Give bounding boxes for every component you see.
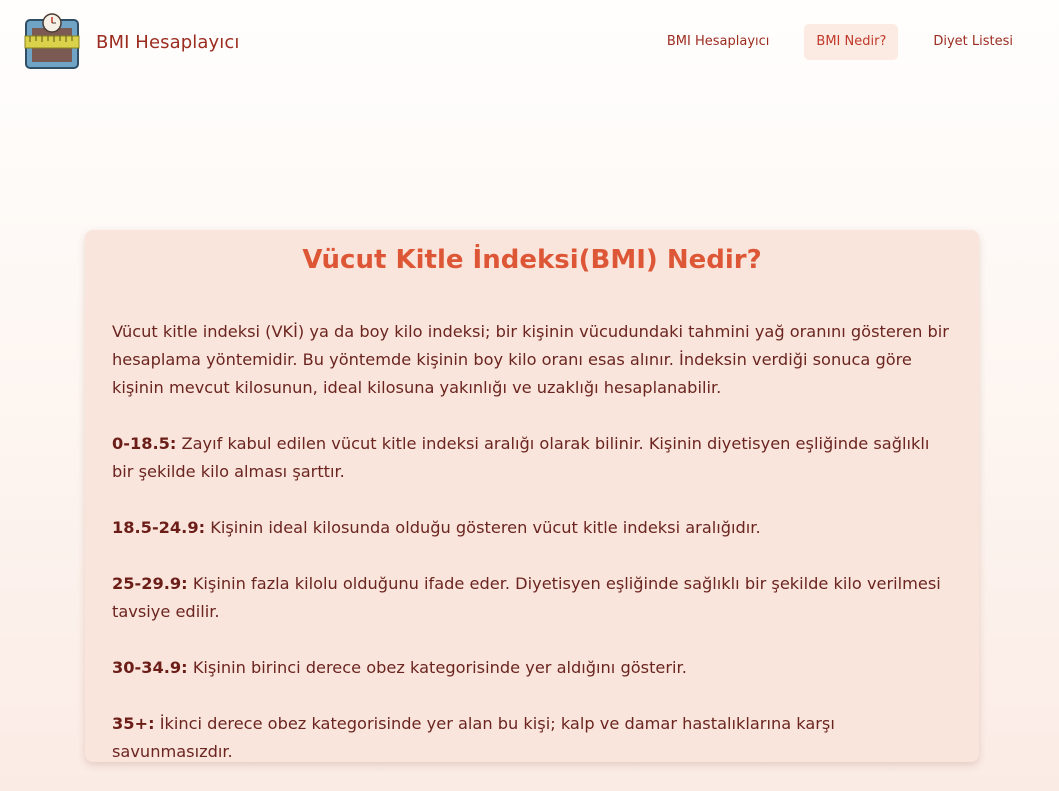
brand-link[interactable]: BMI Hesaplayıcı <box>24 12 239 72</box>
range-label: 25-29.9: <box>112 574 188 593</box>
navbar: BMI Hesaplayıcı BMI Hesaplayıcı BMI Nedi… <box>0 0 1059 84</box>
range-description: Zayıf kabul edilen vücut kitle indeksi a… <box>112 434 930 481</box>
nav-link-what-is-bmi[interactable]: BMI Nedir? <box>804 24 899 60</box>
nav-links: BMI Hesaplayıcı BMI Nedir? Diyet Listesi <box>632 24 1025 60</box>
range-label: 0-18.5: <box>112 434 177 453</box>
scale-logo-icon <box>24 13 80 69</box>
nav-link-diet-list[interactable]: Diyet Listesi <box>921 24 1025 60</box>
range-description: İkinci derece obez kategorisinde yer ala… <box>112 714 835 761</box>
range-label: 30-34.9: <box>112 658 188 677</box>
card-body: Vücut kitle indeksi (VKİ) ya da boy kilo… <box>112 318 952 766</box>
range-description: Kişinin birinci derece obez kategorisind… <box>187 658 687 677</box>
range-label: 35+: <box>112 714 155 733</box>
brand-name: BMI Hesaplayıcı <box>96 31 240 53</box>
range-item: 30-34.9: Kişinin birinci derece obez kat… <box>112 654 952 682</box>
bmi-info-card: Vücut Kitle İndeksi(BMI) Nedir? Vücut ki… <box>85 230 979 762</box>
range-item: 35+: İkinci derece obez kategorisinde ye… <box>112 710 952 766</box>
range-item: 18.5-24.9: Kişinin ideal kilosunda olduğ… <box>112 514 952 542</box>
nav-link-bmi-calculator[interactable]: BMI Hesaplayıcı <box>655 24 782 60</box>
range-description: Kişinin fazla kilolu olduğunu ifade eder… <box>112 574 941 621</box>
range-item: 25-29.9: Kişinin fazla kilolu olduğunu i… <box>112 570 952 626</box>
intro-paragraph: Vücut kitle indeksi (VKİ) ya da boy kilo… <box>112 322 949 397</box>
page-title: Vücut Kitle İndeksi(BMI) Nedir? <box>302 245 762 275</box>
range-label: 18.5-24.9: <box>112 518 206 537</box>
range-item: 0-18.5: Zayıf kabul edilen vücut kitle i… <box>112 430 952 486</box>
range-description: Kişinin ideal kilosunda olduğu gösteren … <box>205 518 761 537</box>
